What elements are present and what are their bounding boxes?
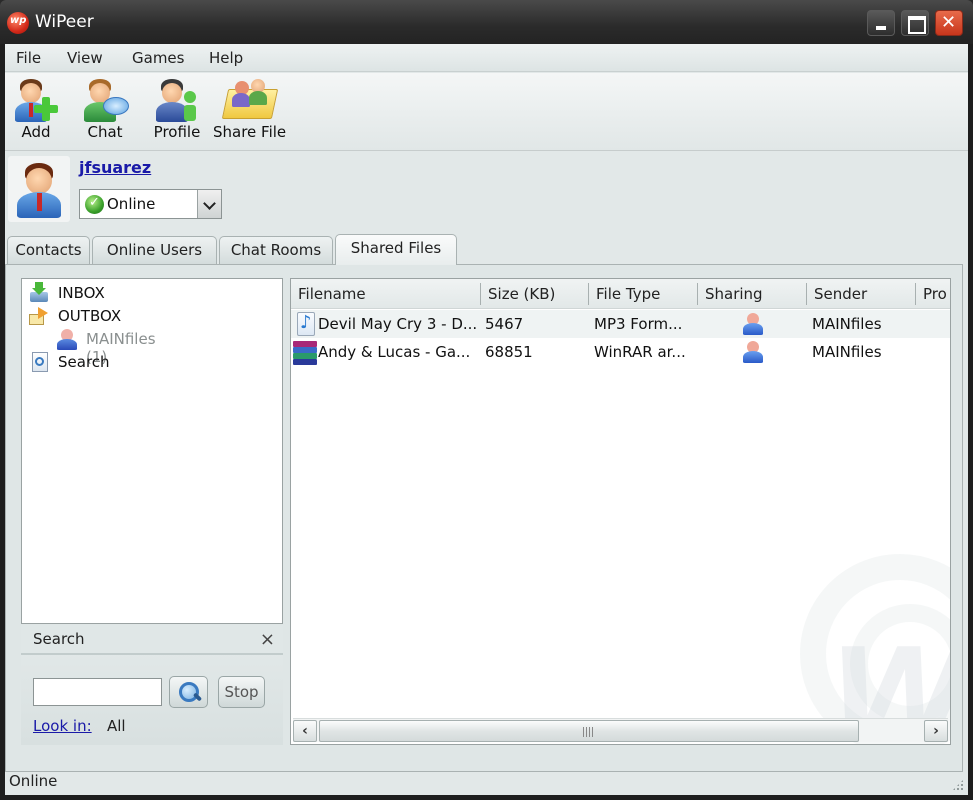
- cell-file-type: MP3 Form...: [594, 315, 683, 333]
- close-button[interactable]: [935, 10, 963, 36]
- grip-icon: [583, 727, 595, 737]
- column-sharing[interactable]: Sharing: [705, 285, 763, 303]
- column-divider[interactable]: [697, 283, 698, 305]
- shared-files-panel: INBOX OUTBOX MAINfiles (1) Search Search…: [5, 264, 963, 772]
- search-button[interactable]: [169, 676, 208, 708]
- table-row[interactable]: Devil May Cry 3 - D... 5467 MP3 Form... …: [291, 310, 950, 338]
- stop-button[interactable]: Stop: [218, 676, 265, 708]
- menu-view[interactable]: View: [67, 49, 103, 67]
- column-divider[interactable]: [806, 283, 807, 305]
- cell-size: 5467: [485, 315, 524, 333]
- cell-size: 68851: [485, 343, 533, 361]
- avatar[interactable]: [8, 156, 70, 222]
- online-status-icon: [85, 195, 104, 214]
- chevron-down-icon[interactable]: [197, 190, 221, 218]
- table-row[interactable]: Andy & Lucas - Ga... 68851 WinRAR ar... …: [291, 338, 950, 366]
- cell-sender: MAINfiles: [812, 315, 882, 333]
- menu-file[interactable]: File: [16, 49, 41, 67]
- window-title: WiPeer: [35, 12, 94, 32]
- menu-help[interactable]: Help: [209, 49, 243, 67]
- column-divider[interactable]: [480, 283, 481, 305]
- column-sender[interactable]: Sender: [814, 285, 867, 303]
- tree-label: INBOX: [58, 284, 105, 302]
- wipeer-logo-icon: [7, 12, 29, 34]
- share-file-button[interactable]: Share File: [213, 77, 287, 141]
- client-area: File View Games Help Add Chat Profile Sh…: [5, 44, 968, 795]
- cell-filename: Andy & Lucas - Ga...: [318, 343, 471, 361]
- horizontal-scrollbar[interactable]: ‹ ›: [293, 718, 948, 742]
- tab-shared-files[interactable]: Shared Files: [335, 234, 457, 265]
- tree-label: Search: [58, 353, 110, 371]
- status-dropdown[interactable]: Online: [79, 189, 222, 219]
- column-size[interactable]: Size (KB): [488, 285, 555, 303]
- search-input[interactable]: [33, 678, 162, 706]
- user-icon: [742, 341, 764, 363]
- menu-bar: File View Games Help: [5, 44, 968, 72]
- tab-online-users[interactable]: Online Users: [92, 236, 217, 264]
- tab-chat-rooms[interactable]: Chat Rooms: [219, 236, 333, 264]
- user-icon: [742, 313, 764, 335]
- user-icon: [56, 328, 78, 350]
- chat-label: Chat: [87, 123, 123, 141]
- username-link[interactable]: jfsuarez: [79, 158, 151, 177]
- cell-sender: MAINfiles: [812, 343, 882, 361]
- status-value: Online: [107, 195, 156, 213]
- user-panel: jfsuarez Online: [5, 152, 968, 234]
- column-filename[interactable]: Filename: [298, 285, 366, 303]
- table-header: Filename Size (KB) File Type Sharing Sen…: [291, 279, 950, 309]
- profile-label: Profile: [153, 123, 201, 141]
- folder-tree: INBOX OUTBOX MAINfiles (1) Search: [21, 278, 283, 624]
- status-bar-text: Online: [9, 772, 58, 790]
- shared-files-table: Wi Filename Size (KB) File Type Sharing …: [290, 278, 951, 745]
- search-pane-header: Search ×: [21, 625, 283, 655]
- tree-label: OUTBOX: [58, 307, 122, 325]
- add-label: Add: [21, 123, 51, 141]
- toolbar: Add Chat Profile Share File: [5, 73, 968, 151]
- add-contact-icon: [12, 77, 60, 123]
- app-window: WiPeer File View Games Help Add: [0, 0, 973, 800]
- scroll-right-button[interactable]: ›: [924, 720, 948, 742]
- close-icon[interactable]: ×: [260, 629, 275, 650]
- maximize-button[interactable]: [901, 10, 929, 36]
- cell-filename: Devil May Cry 3 - D...: [318, 315, 478, 333]
- tab-bar: Contacts Online Users Chat Rooms Shared …: [5, 234, 968, 265]
- look-in-link[interactable]: Look in:: [33, 717, 92, 735]
- share-file-label: Share File: [213, 123, 287, 141]
- profile-button[interactable]: Profile: [151, 77, 203, 141]
- chat-button[interactable]: Chat: [81, 77, 129, 141]
- wipeer-watermark: Wi: [760, 544, 950, 744]
- search-pane: Search × Stop Look in: All: [21, 625, 283, 745]
- menu-games[interactable]: Games: [132, 49, 184, 67]
- column-divider[interactable]: [915, 283, 916, 305]
- tab-contacts[interactable]: Contacts: [7, 236, 90, 264]
- search-pane-title: Search: [33, 630, 85, 648]
- column-progress[interactable]: Pro: [923, 285, 947, 303]
- scroll-left-button[interactable]: ‹: [293, 720, 317, 742]
- winrar-icon: [293, 340, 317, 365]
- title-bar[interactable]: WiPeer: [0, 0, 973, 44]
- resize-grip-icon[interactable]: [952, 779, 964, 791]
- add-button[interactable]: Add: [12, 77, 60, 141]
- column-divider[interactable]: [588, 283, 589, 305]
- minimize-button[interactable]: [867, 10, 895, 36]
- profile-icon: [153, 77, 201, 123]
- chat-icon: [81, 77, 129, 123]
- share-folder-icon: [219, 77, 279, 123]
- mp3-icon: [297, 312, 315, 336]
- status-bar: Online: [5, 772, 968, 795]
- cell-file-type: WinRAR ar...: [594, 343, 686, 361]
- inbox-icon: [28, 282, 50, 304]
- scroll-thumb[interactable]: [319, 720, 859, 742]
- column-file-type[interactable]: File Type: [596, 285, 660, 303]
- look-in-value: All: [107, 717, 126, 735]
- search-doc-icon: [28, 351, 50, 373]
- outbox-icon: [28, 305, 50, 327]
